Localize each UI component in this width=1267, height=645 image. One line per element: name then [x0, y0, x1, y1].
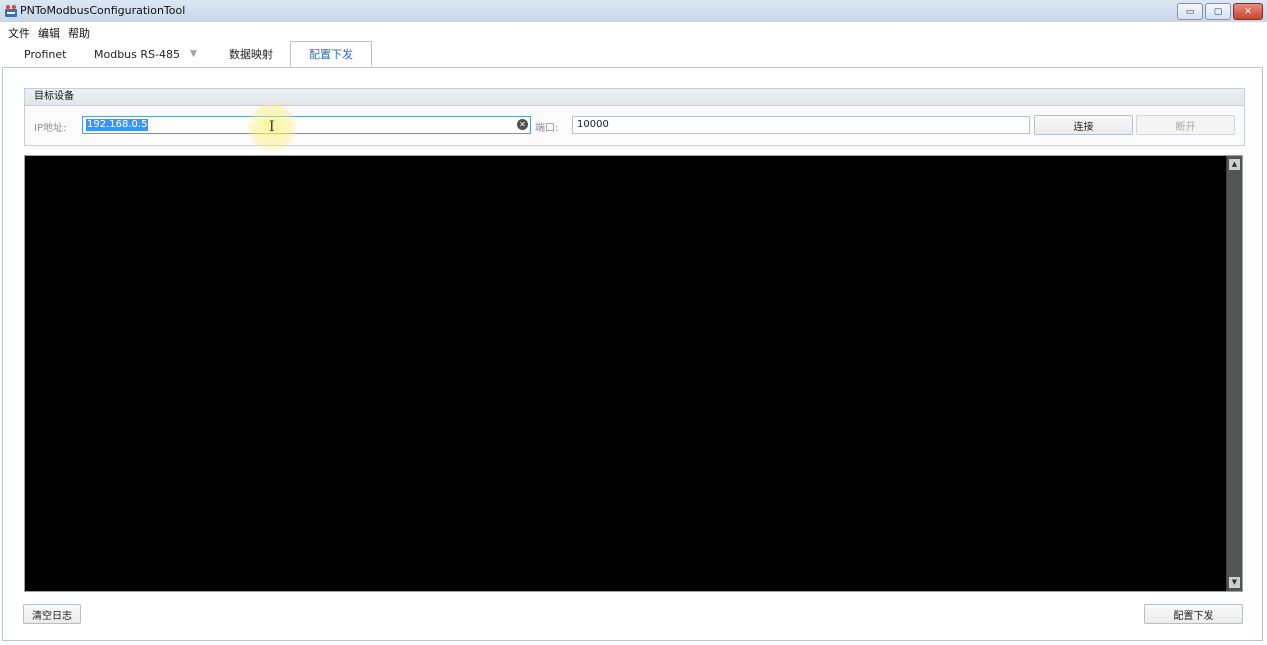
scroll-up-icon[interactable]: ▲ — [1229, 159, 1240, 170]
menu-bar: 文件 编辑 帮助 — [0, 22, 1267, 41]
tab-label: Profinet — [24, 47, 67, 61]
menu-file[interactable]: 文件 — [8, 25, 30, 41]
tab-label: Modbus RS-485 — [94, 47, 180, 61]
maximize-button[interactable]: ▢ — [1205, 3, 1231, 20]
tab-data-mapping[interactable]: 数据映射 — [229, 41, 273, 67]
tab-label: 配置下发 — [309, 48, 353, 61]
minimize-button[interactable]: ▭ — [1177, 3, 1203, 20]
config-deploy-panel: 目标设备 IP地址: 192.168.0.5 ✕ 端口: 10000 连接 断开… — [2, 67, 1263, 641]
port-label: 端口: — [535, 123, 559, 134]
menu-edit[interactable]: 编辑 — [38, 25, 60, 41]
ip-address-input[interactable]: 192.168.0.5 ✕ — [82, 116, 531, 134]
ip-address-value: 192.168.0.5 — [86, 119, 149, 131]
ip-label: IP地址: — [34, 123, 67, 134]
menu-help[interactable]: 帮助 — [68, 25, 90, 41]
target-device-group: 目标设备 IP地址: 192.168.0.5 ✕ 端口: 10000 连接 断开 — [24, 88, 1245, 146]
log-output[interactable]: ▲ ▼ — [24, 155, 1243, 592]
deploy-config-button[interactable]: 配置下发 — [1144, 604, 1243, 624]
tab-modbus-rs485[interactable]: Modbus RS-485 ▼ — [94, 41, 197, 67]
scroll-down-icon[interactable]: ▼ — [1229, 577, 1240, 588]
disconnect-button[interactable]: 断开 — [1136, 115, 1235, 135]
app-icon — [5, 5, 17, 17]
chevron-down-icon[interactable]: ▼ — [190, 49, 197, 59]
title-bar: PNToModbusConfigurationTool ▭ ▢ ✕ — [0, 0, 1267, 23]
window-title: PNToModbusConfigurationTool — [20, 4, 186, 17]
tab-profinet[interactable]: Profinet — [24, 41, 66, 67]
clear-log-button[interactable]: 清空日志 — [23, 604, 81, 624]
tab-config-deploy[interactable]: 配置下发 — [290, 41, 372, 67]
tab-strip: Profinet Modbus RS-485 ▼ 数据映射 配置下发 — [0, 41, 1267, 67]
group-title: 目标设备 — [25, 89, 1244, 106]
port-input[interactable]: 10000 — [572, 116, 1030, 134]
text-cursor-icon: I — [269, 119, 275, 135]
log-scrollbar[interactable]: ▲ ▼ — [1226, 156, 1242, 591]
clear-icon[interactable]: ✕ — [517, 119, 528, 130]
close-button[interactable]: ✕ — [1233, 3, 1263, 20]
connect-button[interactable]: 连接 — [1034, 115, 1133, 135]
tab-label: 数据映射 — [229, 48, 273, 61]
